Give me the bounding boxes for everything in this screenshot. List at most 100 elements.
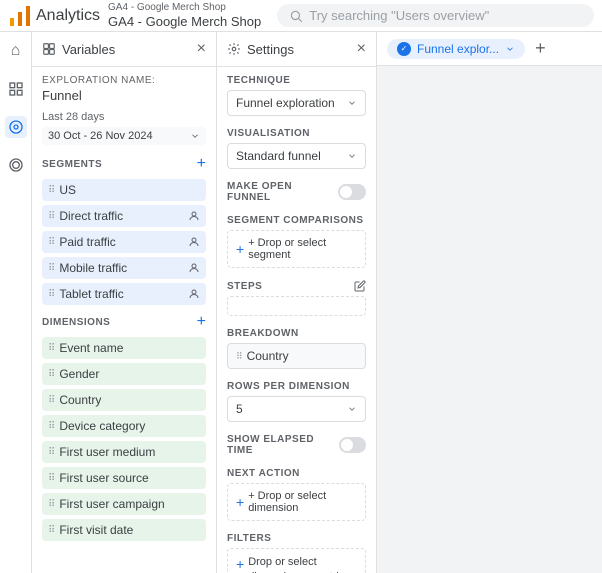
variables-panel-close[interactable]: × [197, 40, 206, 58]
dimension-first-user-campaign[interactable]: ⠿ First user campaign [42, 493, 206, 515]
segment-mobile-name: ⠿ Mobile traffic [48, 261, 127, 275]
segment-item-us[interactable]: ⠿ US [42, 179, 206, 201]
settings-panel-title: Settings [227, 42, 294, 57]
add-tab-button[interactable]: + [535, 38, 546, 59]
breakdown-group: BREAKDOWN ⠿ Country [227, 328, 366, 369]
dimensions-add-button[interactable]: + [197, 313, 206, 331]
segment-item-direct[interactable]: ⠿ Direct traffic [42, 205, 206, 227]
steps-dashed-area [227, 296, 366, 316]
drop-segment-box[interactable]: + + Drop or select segment [227, 230, 366, 268]
technique-dropdown-icon [347, 98, 357, 108]
sidebar-item-home[interactable]: ⌂ [5, 40, 27, 62]
analytics-logo-icon [8, 4, 32, 28]
segments-section-header: SEGMENTS + [42, 155, 206, 173]
people-icon [188, 288, 200, 300]
tab-dropdown-icon [505, 44, 515, 54]
segments-add-button[interactable]: + [197, 155, 206, 173]
open-funnel-label: MAKE OPEN FUNNEL [227, 181, 338, 203]
segments-list: ⠿ US ⠿ Direct traffic ⠿ [42, 179, 206, 305]
breakdown-value-box[interactable]: ⠿ Country [227, 343, 366, 369]
date-dropdown-icon [190, 131, 200, 141]
rows-per-dimension-select[interactable]: 5 [227, 396, 366, 422]
people-icon [188, 210, 200, 222]
segment-comparisons-group: SEGMENT COMPARISONS + + Drop or select s… [227, 215, 366, 268]
settings-panel-content: TECHNIQUE Funnel exploration VISUALISATI… [217, 67, 376, 573]
variables-panel-content: EXPLORATION NAME: Funnel Last 28 days 30… [32, 67, 216, 573]
drag-handle: ⠿ [48, 395, 55, 406]
right-panel-header: ✓ Funnel explor... + [377, 32, 602, 66]
steps-edit-icon[interactable] [354, 280, 366, 292]
variables-panel-title: Variables [42, 42, 115, 57]
drop-filter-box[interactable]: + Drop or select dimension or metric [227, 548, 366, 573]
funnel-tab-check-icon: ✓ [397, 42, 411, 56]
dimension-first-user-source[interactable]: ⠿ First user source [42, 467, 206, 489]
sidebar-item-reports[interactable] [5, 78, 27, 100]
elapsed-time-label: SHOW ELAPSED TIME [227, 434, 339, 456]
dimension-first-visit-date[interactable]: ⠿ First visit date [42, 519, 206, 541]
plus-icon: + [236, 556, 244, 572]
segment-comparisons-label: SEGMENT COMPARISONS [227, 215, 366, 226]
drag-handle: ⠿ [48, 343, 55, 354]
toggle-knob [341, 439, 353, 451]
people-icon [188, 262, 200, 274]
technique-label: TECHNIQUE [227, 75, 366, 86]
visualisation-dropdown-icon [347, 151, 357, 161]
drag-handle: ⠿ [48, 421, 55, 432]
funnel-explorer-tab[interactable]: ✓ Funnel explor... [387, 39, 525, 59]
settings-panel-header: Settings × [217, 32, 376, 67]
settings-icon [227, 42, 241, 56]
visualisation-group: VISUALISATION Standard funnel [227, 128, 366, 169]
dimensions-label: DIMENSIONS [42, 317, 110, 328]
dimension-country[interactable]: ⠿ Country [42, 389, 206, 411]
search-bar[interactable]: Try searching "Users overview" [277, 4, 594, 27]
sidebar-item-advertising[interactable] [5, 154, 27, 176]
segment-direct-name: ⠿ Direct traffic [48, 209, 123, 223]
rows-per-dimension-group: ROWS PER DIMENSION 5 [227, 381, 366, 422]
search-icon [289, 9, 303, 23]
segment-item-tablet[interactable]: ⠿ Tablet traffic [42, 283, 206, 305]
dimension-first-user-medium[interactable]: ⠿ First user medium [42, 441, 206, 463]
steps-row: STEPS [227, 280, 366, 292]
steps-group: STEPS [227, 280, 366, 316]
drag-handle: ⠿ [48, 525, 55, 536]
filters-label: FILTERS [227, 533, 366, 544]
segment-item-mobile[interactable]: ⠿ Mobile traffic [42, 257, 206, 279]
right-panel-content [377, 66, 602, 573]
segment-item-paid[interactable]: ⠿ Paid traffic [42, 231, 206, 253]
rows-per-dimension-label: ROWS PER DIMENSION [227, 381, 366, 392]
visualisation-select[interactable]: Standard funnel [227, 143, 366, 169]
visualisation-label: VISUALISATION [227, 128, 366, 139]
settings-panel-close[interactable]: × [357, 40, 366, 58]
panels-container: Variables × EXPLORATION NAME: Funnel Las… [32, 32, 602, 573]
drop-dimension-box[interactable]: + + Drop or select dimension [227, 483, 366, 521]
sidebar-item-explore[interactable] [5, 116, 27, 138]
technique-select[interactable]: Funnel exploration [227, 90, 366, 116]
filters-group: FILTERS + Drop or select dimension or me… [227, 533, 366, 573]
breakdown-label: BREAKDOWN [227, 328, 366, 339]
people-icon [188, 236, 200, 248]
rows-dropdown-icon [347, 404, 357, 414]
variables-panel-header: Variables × [32, 32, 216, 67]
breadcrumb: GA4 - Google Merch Shop GA4 - Google Mer… [108, 2, 261, 30]
technique-group: TECHNIQUE Funnel exploration [227, 75, 366, 116]
open-funnel-group: MAKE OPEN FUNNEL [227, 181, 366, 203]
date-range-value[interactable]: 30 Oct - 26 Nov 2024 [42, 127, 206, 145]
logo-area: Analytics [8, 4, 100, 28]
steps-label: STEPS [227, 281, 262, 292]
top-bar: Analytics GA4 - Google Merch Shop GA4 - … [0, 0, 602, 32]
segment-tablet-name: ⠿ Tablet traffic [48, 287, 124, 301]
open-funnel-row: MAKE OPEN FUNNEL [227, 181, 366, 203]
drag-handle: ⠿ [48, 473, 55, 484]
dimensions-list: ⠿ Event name ⠿ Gender ⠿ Country ⠿ Device… [42, 337, 206, 541]
toggle-knob [340, 186, 352, 198]
elapsed-time-toggle[interactable] [339, 437, 366, 453]
drag-handle: ⠿ [48, 499, 55, 510]
dimensions-section-header: DIMENSIONS + [42, 313, 206, 331]
dimension-device-category[interactable]: ⠿ Device category [42, 415, 206, 437]
open-funnel-toggle[interactable] [338, 184, 366, 200]
segments-label: SEGMENTS [42, 159, 102, 170]
dimension-event-name[interactable]: ⠿ Event name [42, 337, 206, 359]
dimension-gender[interactable]: ⠿ Gender [42, 363, 206, 385]
plus-icon: + [236, 241, 244, 257]
drag-handle: ⠿ [48, 237, 55, 248]
